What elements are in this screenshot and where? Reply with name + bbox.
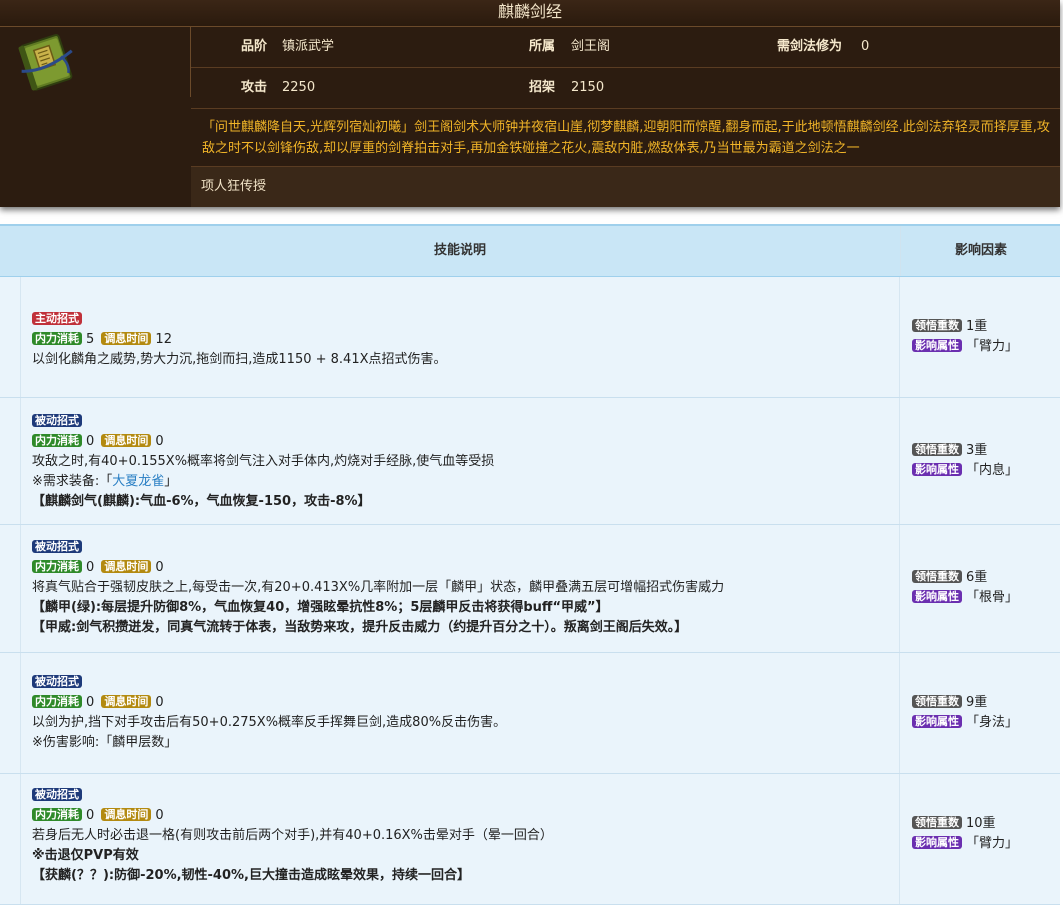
book-icon-area (0, 27, 190, 207)
tiaoxi-badge: 调息时间 (101, 332, 152, 345)
grade-label: 品阶 (241, 39, 268, 54)
neili-value: 0 (86, 560, 95, 575)
parry-label: 招架 (529, 80, 556, 95)
skill-desc-line: ※伤害影响:「麟甲层数」 (32, 735, 178, 750)
neili-badge: 内力消耗 (32, 560, 82, 573)
info-row-2: 攻击 2250 招架 2150 (191, 68, 1060, 108)
neili-value: 5 (86, 332, 95, 347)
parry-value: 2150 (571, 80, 605, 95)
skill-table: 技能说明 影响因素 主动招式 内力消耗 5 调息时间 12 以剑化麟角之威势,势大力… (0, 224, 1060, 905)
belong-value: 剑王阁 (571, 39, 611, 54)
skill-type-badge: 被动招式 (32, 540, 82, 553)
equip-link[interactable]: 大夏龙雀 (112, 474, 164, 489)
neili-badge: 内力消耗 (32, 332, 82, 345)
table-row: 被动招式 内力消耗 0 调息时间 0 攻敌之时,有40+0.155X%概率将剑气注入… (0, 398, 1060, 525)
table-row: 被动招式 内力消耗 0 调息时间 0 以剑为护,挡下对手攻击后有50+0.275X%… (0, 653, 1060, 774)
attr-badge: 影响属性 (912, 339, 962, 352)
requirement-value: 0 (861, 39, 870, 54)
factor-cell: 领悟重数 6重 影响属性 「根骨」 (901, 525, 1060, 652)
neili-badge: 内力消耗 (32, 695, 82, 708)
neili-value: 0 (86, 695, 95, 710)
info-row-1: 品阶 镇派武学 所属 剑王阁 需剑法修为 0 (191, 27, 1060, 68)
lingwu-value: 1重 (966, 319, 988, 334)
skill-type-badge: 被动招式 (32, 675, 82, 688)
neili-badge: 内力消耗 (32, 808, 82, 821)
book-card: 麒麟剑经 品阶 镇派武学 所属 剑王阁 需剑法修为 0 攻击 2250 招架 2… (0, 0, 1060, 207)
equip-requirement: ※需求装备:「大夏龙雀」 (32, 474, 178, 489)
skill-cell: 被动招式 内力消耗 0 调息时间 0 若身后无人时必击退一格(有则攻击前后两个对手)… (20, 774, 900, 904)
neili-value: 0 (86, 434, 95, 449)
lingwu-badge: 领悟重数 (912, 695, 962, 708)
skill-type-badge: 被动招式 (32, 414, 82, 427)
attack-value: 2250 (282, 80, 316, 95)
factor-cell: 领悟重数 1重 影响属性 「臂力」 (901, 277, 1060, 397)
belong-label: 所属 (529, 39, 556, 54)
buff-line: 【麟甲(绿):每层提升防御8%，气血恢复40，增强眩晕抗性8%；5层麟甲反击将获… (32, 600, 609, 615)
lingwu-badge: 领悟重数 (912, 319, 962, 332)
lingwu-value: 10重 (966, 816, 996, 831)
tiaoxi-badge: 调息时间 (101, 434, 152, 447)
factor-cell: 领悟重数 3重 影响属性 「内息」 (901, 398, 1060, 524)
skill-cell: 被动招式 内力消耗 0 调息时间 0 将真气贴合于强韧皮肤之上,每受击一次,有20+… (20, 525, 900, 652)
tiaoxi-value: 0 (155, 434, 164, 449)
lingwu-badge: 领悟重数 (912, 443, 962, 456)
tiaoxi-value: 0 (155, 808, 164, 823)
book-title: 麒麟剑经 (0, 0, 1060, 27)
attr-value: 「内息」 (966, 463, 1019, 478)
tiaoxi-badge: 调息时间 (101, 695, 152, 708)
tiaoxi-badge: 调息时间 (101, 808, 152, 821)
buff-line: 【甲威:剑气积攒迸发，同真气流转于体表，当敌势来攻，提升反击威力（约提升百分之十… (32, 620, 688, 635)
lingwu-value: 3重 (966, 443, 988, 458)
tiaoxi-value: 0 (155, 695, 164, 710)
factor-cell: 领悟重数 9重 影响属性 「身法」 (901, 653, 1060, 773)
skill-type-badge: 主动招式 (32, 312, 82, 325)
attr-badge: 影响属性 (912, 463, 962, 476)
skill-cell: 被动招式 内力消耗 0 调息时间 0 攻敌之时,有40+0.155X%概率将剑气注入… (20, 398, 900, 524)
table-header: 技能说明 影响因素 (0, 224, 1060, 277)
skill-cell: 被动招式 内力消耗 0 调息时间 0 以剑为护,挡下对手攻击后有50+0.275X%… (20, 653, 900, 773)
skill-cell: 主动招式 内力消耗 5 调息时间 12 以剑化麟角之威势,势大力沉,拖剑而扫,造成1… (20, 277, 900, 397)
grade-value: 镇派武学 (282, 39, 335, 54)
tiaoxi-value: 0 (155, 560, 164, 575)
lingwu-badge: 领悟重数 (912, 816, 962, 829)
attr-badge: 影响属性 (912, 590, 962, 603)
attr-value: 「根骨」 (966, 590, 1019, 605)
header-factors: 影响因素 (900, 226, 1061, 276)
neili-badge: 内力消耗 (32, 434, 82, 447)
table-row: 被动招式 内力消耗 0 调息时间 0 若身后无人时必击退一格(有则攻击前后两个对手)… (0, 774, 1060, 905)
skill-desc-line: 将真气贴合于强韧皮肤之上,每受击一次,有20+0.413X%几率附加一层「麟甲」… (32, 580, 725, 595)
book-source: 项人狂传授 (191, 166, 1060, 207)
tiaoxi-badge: 调息时间 (101, 560, 152, 573)
attack-label: 攻击 (241, 80, 268, 95)
lingwu-value: 6重 (966, 570, 988, 585)
neili-value: 0 (86, 808, 95, 823)
skill-desc-line: 以剑为护,挡下对手攻击后有50+0.275X%概率反手挥舞巨剑,造成80%反击伤… (32, 715, 507, 730)
tiaoxi-value: 12 (155, 332, 172, 347)
table-row: 被动招式 内力消耗 0 调息时间 0 将真气贴合于强韧皮肤之上,每受击一次,有20+… (0, 525, 1060, 653)
skill-type-badge: 被动招式 (32, 788, 82, 801)
factor-cell: 领悟重数 10重 影响属性 「臂力」 (901, 774, 1060, 904)
book-icon (18, 34, 73, 91)
table-row: 主动招式 内力消耗 5 调息时间 12 以剑化麟角之威势,势大力沉,拖剑而扫,造成1… (0, 277, 1060, 398)
attr-value: 「臂力」 (966, 836, 1019, 851)
lingwu-value: 9重 (966, 695, 988, 710)
requirement-label: 需剑法修为 (777, 39, 843, 54)
attr-badge: 影响属性 (912, 836, 962, 849)
buff-line: ※击退仅PVP有效 (32, 848, 139, 863)
attr-value: 「身法」 (966, 715, 1019, 730)
skill-desc-line: 攻敌之时,有40+0.155X%概率将剑气注入对手体内,灼烧对手经脉,使气血等受… (32, 454, 495, 469)
skill-desc-line: 若身后无人时必击退一格(有则攻击前后两个对手),并有40+0.16X%击晕对手（… (32, 828, 553, 843)
book-description: 「问世麒麟降自天,光辉列宿灿初曦」剑王阁剑术大师钟并夜宿山崖,彻梦麒麟,迎朝阳而… (191, 108, 1060, 163)
lingwu-badge: 领悟重数 (912, 570, 962, 583)
header-skill-desc: 技能说明 (433, 243, 486, 258)
skill-desc-line: 以剑化麟角之威势,势大力沉,拖剑而扫,造成1150 + 8.41X点招式伤害。 (32, 352, 447, 367)
attr-badge: 影响属性 (912, 715, 962, 728)
book-info: 品阶 镇派武学 所属 剑王阁 需剑法修为 0 攻击 2250 招架 2150 「… (191, 27, 1060, 207)
buff-line: 【麒麟剑气(麒麟):气血-6%，气血恢复-150，攻击-8%】 (32, 494, 371, 509)
attr-value: 「臂力」 (966, 339, 1019, 354)
buff-line: 【获麟(？？):防御-20%,韧性-40%,巨大撞击造成眩晕效果，持续一回合】 (32, 868, 470, 883)
